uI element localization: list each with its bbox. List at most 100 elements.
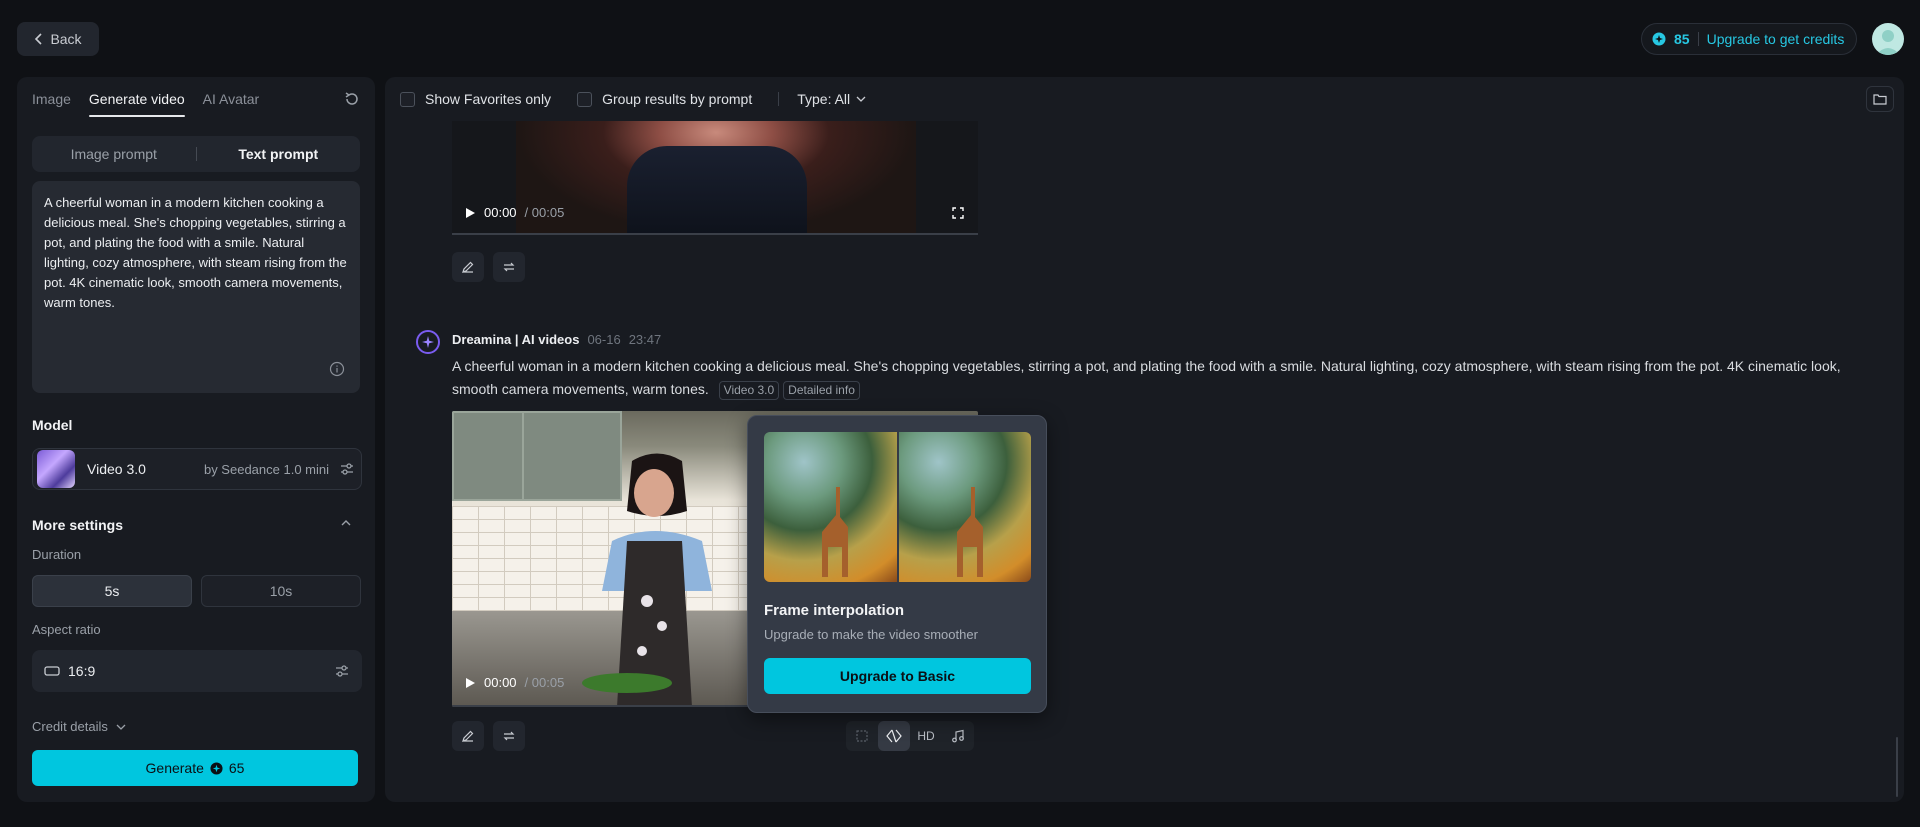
duration-5s-button[interactable]: 5s	[32, 575, 192, 607]
credit-details-label: Credit details	[32, 719, 108, 734]
duration-label: Duration	[32, 547, 82, 562]
credits-count: 85	[1674, 31, 1690, 47]
more-settings-title[interactable]: More settings	[32, 517, 123, 533]
repeat-icon	[503, 731, 515, 741]
regenerate-button[interactable]	[493, 252, 525, 282]
upgrade-credits-link[interactable]: Upgrade to get credits	[1707, 31, 1845, 47]
popup-title: Frame interpolation	[764, 602, 905, 619]
chevron-down-icon	[116, 724, 126, 730]
type-filter-label: Type: All	[797, 91, 851, 107]
aspect-ratio-value: 16:9	[68, 663, 96, 679]
generate-cost: 65	[228, 760, 245, 776]
favorites-label[interactable]: Show Favorites only	[425, 91, 551, 107]
video-progress[interactable]	[452, 233, 978, 235]
generate-label: Generate	[145, 760, 204, 776]
tab-ai-avatar[interactable]: AI Avatar	[203, 79, 260, 119]
frame-interpolation-popup: Frame interpolation Upgrade to make the …	[747, 415, 1047, 713]
info-icon[interactable]	[329, 361, 345, 377]
type-filter-dropdown[interactable]: Type: All	[797, 91, 866, 107]
video-controls: 00:00 / 00:05	[464, 205, 564, 220]
entry-prompt: A cheerful woman in a modern kitchen coo…	[452, 355, 1872, 401]
video-controls: 00:00 / 00:05	[464, 675, 564, 690]
generate-button[interactable]: Generate 65	[32, 750, 358, 786]
video-tools: HD	[846, 721, 974, 751]
hd-button[interactable]: HD	[910, 721, 942, 751]
folder-button[interactable]	[1866, 86, 1894, 112]
edit-button[interactable]	[452, 721, 484, 751]
entry-prompt-text: A cheerful woman in a modern kitchen coo…	[452, 358, 1841, 397]
duration-10s-button[interactable]: 10s	[201, 575, 361, 607]
back-button[interactable]: Back	[17, 22, 99, 56]
entry-time: 23:47	[628, 332, 662, 347]
upscale-button[interactable]	[846, 721, 878, 751]
frame-interpolation-button[interactable]	[878, 721, 910, 751]
crop-icon	[856, 730, 868, 742]
audio-button[interactable]	[942, 721, 974, 751]
results-panel: Show Favorites only Group results by pro…	[385, 77, 1904, 802]
model-thumbnail	[37, 450, 75, 488]
aspect-ratio-icon	[44, 665, 60, 677]
edit-button[interactable]	[452, 252, 484, 282]
detailed-info-tag[interactable]: Detailed info	[783, 381, 860, 400]
mode-tabs: Image Generate video AI Avatar	[32, 77, 259, 121]
play-icon[interactable]	[464, 677, 476, 689]
interpolation-icon	[886, 729, 902, 743]
settings-sliders-icon[interactable]	[339, 461, 355, 477]
divider	[778, 92, 780, 106]
video-frame-subject	[602, 453, 712, 707]
image-prompt-option[interactable]: Image prompt	[36, 140, 192, 168]
model-tag: Video 3.0	[718, 381, 780, 400]
repeat-icon	[503, 262, 515, 272]
entry-date: 06-16	[587, 332, 621, 347]
tab-image[interactable]: Image	[32, 79, 71, 119]
divider	[1697, 32, 1699, 46]
aspect-ratio-selector[interactable]: 16:9	[32, 650, 362, 692]
video-player[interactable]: 00:00 / 00:05	[452, 121, 978, 235]
credit-icon	[210, 761, 223, 775]
back-label: Back	[50, 31, 82, 47]
scrollbar[interactable]	[1896, 737, 1898, 797]
video-duration: / 00:05	[524, 675, 565, 690]
preview-image-before	[764, 432, 897, 582]
play-icon[interactable]	[464, 207, 476, 219]
folder-icon	[1873, 94, 1887, 105]
entry-header: Dreamina | AI videos 06-16 23:47	[452, 332, 661, 347]
avatar[interactable]	[1872, 23, 1904, 55]
video-frame-subject	[627, 146, 807, 235]
prompt-mode-switch: Image prompt Text prompt	[32, 136, 360, 172]
video-current-time: 00:00	[484, 205, 517, 220]
group-by-prompt-label[interactable]: Group results by prompt	[602, 91, 752, 107]
music-note-icon	[952, 729, 964, 743]
video-duration: / 00:05	[524, 205, 565, 220]
filter-bar: Show Favorites only Group results by pro…	[400, 77, 866, 121]
fullscreen-icon[interactable]	[952, 207, 964, 219]
credit-details-toggle[interactable]: Credit details	[32, 719, 126, 734]
model-name: Video 3.0	[87, 461, 146, 477]
chevron-down-icon	[856, 96, 866, 102]
video-current-time: 00:00	[484, 675, 517, 690]
aspect-ratio-label: Aspect ratio	[32, 622, 101, 637]
model-provider: by Seedance 1.0 mini	[203, 461, 329, 477]
text-prompt-option[interactable]: Text prompt	[201, 140, 357, 168]
dreamina-logo-icon	[416, 330, 440, 354]
settings-sliders-icon[interactable]	[334, 663, 350, 679]
credit-icon	[1652, 32, 1666, 46]
divider	[195, 147, 197, 161]
pencil-icon	[462, 730, 474, 742]
popup-subtitle: Upgrade to make the video smoother	[764, 627, 978, 642]
group-by-prompt-checkbox[interactable]	[577, 91, 593, 107]
prompt-input[interactable]: A cheerful woman in a modern kitchen coo…	[32, 181, 360, 393]
regenerate-button[interactable]	[493, 721, 525, 751]
pencil-icon	[462, 261, 474, 273]
left-panel: Image Generate video AI Avatar Image pro…	[17, 77, 375, 802]
favorites-checkbox[interactable]	[400, 91, 415, 107]
chevron-left-icon	[34, 33, 44, 45]
model-selector[interactable]: Video 3.0 by Seedance 1.0 mini	[32, 448, 362, 490]
credits-pill[interactable]: 85 Upgrade to get credits	[1641, 23, 1857, 55]
reset-icon[interactable]	[343, 90, 361, 108]
preview-image-after	[898, 432, 1031, 582]
entry-author: Dreamina | AI videos	[452, 332, 580, 347]
chevron-up-icon[interactable]	[340, 518, 352, 528]
tab-generate-video[interactable]: Generate video	[88, 79, 185, 119]
upgrade-to-basic-button[interactable]: Upgrade to Basic	[764, 658, 1031, 694]
